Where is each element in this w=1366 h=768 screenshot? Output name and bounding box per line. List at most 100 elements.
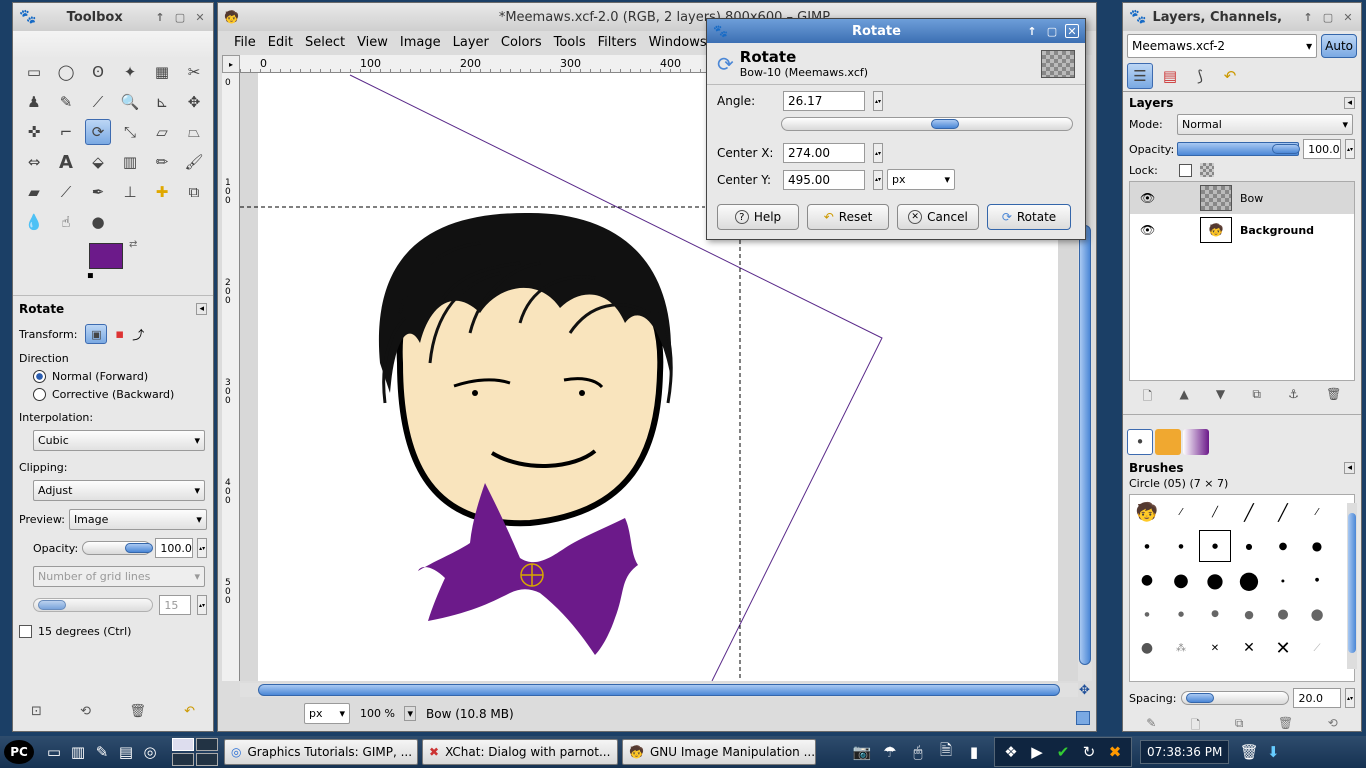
patterns-tab-icon[interactable] — [1155, 429, 1181, 455]
raise-layer-icon[interactable]: ▲ — [1179, 387, 1188, 408]
spacing-slider-thumb[interactable] — [1185, 693, 1214, 703]
paths-tool[interactable]: ✎ — [53, 89, 79, 115]
center-unit-combo[interactable]: px ▾ — [887, 169, 955, 190]
clock[interactable]: 07:38:36 PM — [1140, 740, 1230, 764]
ink-tool[interactable]: ✒ — [85, 179, 111, 205]
brush-item[interactable]: ● — [1141, 572, 1153, 588]
help-button[interactable]: ? Help — [717, 204, 799, 230]
spacing-spinner[interactable]: ▴▾ — [1345, 688, 1356, 708]
brush-item[interactable]: ✕ — [1211, 643, 1219, 654]
clipping-combo[interactable]: Adjust ▾ — [33, 480, 205, 501]
grid-type-combo[interactable]: Number of grid lines ▾ — [33, 566, 205, 587]
rotate-dialog-titlebar[interactable]: 🐾 Rotate ↑ ▢ ✕ — [707, 19, 1085, 43]
new-brush-icon[interactable]: 🗋 — [1191, 716, 1201, 737]
task-xchat[interactable]: ✖ XChat: Dialog with parnot... — [422, 739, 618, 765]
maximize-icon[interactable]: ▢ — [1321, 10, 1335, 24]
opacity-slider-thumb[interactable] — [125, 543, 154, 553]
menu-file[interactable]: File — [228, 35, 262, 50]
menu-tools[interactable]: Tools — [548, 35, 592, 50]
zoom-tool[interactable]: 🔍 — [117, 89, 143, 115]
lower-layer-icon[interactable]: ▼ — [1216, 387, 1225, 408]
terminal-icon[interactable]: ▤ — [114, 740, 138, 764]
layers-titlebar[interactable]: 🐾 Layers, Channels, ↑ ▢ ✕ — [1123, 3, 1361, 31]
brush-item[interactable]: 🧒 — [1136, 502, 1158, 523]
delete-brush-icon[interactable]: 🗑 — [1278, 716, 1293, 737]
brush-item[interactable]: ✕ — [1275, 638, 1290, 659]
maximize-icon[interactable]: ▢ — [1045, 24, 1059, 38]
brush-scrollbar[interactable] — [1347, 503, 1357, 669]
pencil-tool[interactable]: ✏ — [149, 149, 175, 175]
brush-item[interactable]: ● — [1141, 640, 1153, 656]
delete-options-icon[interactable]: 🗑 — [129, 704, 146, 719]
preview-combo[interactable]: Image ▾ — [68, 509, 207, 530]
transform-path-icon[interactable]: ⤴ — [132, 326, 144, 343]
brush-item[interactable]: ╱ — [1278, 503, 1288, 522]
brush-item[interactable]: ● — [1239, 566, 1260, 594]
brush-item[interactable]: ● — [1277, 607, 1288, 622]
menu-image[interactable]: Image — [394, 35, 447, 50]
interpolation-combo[interactable]: Cubic ▾ — [33, 430, 205, 451]
ruler-corner[interactable]: ▸ — [222, 55, 240, 73]
text-tool[interactable]: A — [53, 149, 79, 175]
brush-item[interactable]: ● — [1178, 543, 1183, 550]
scale-tool[interactable]: ⤡ — [117, 119, 143, 145]
new-layer-icon[interactable]: 🗋 — [1143, 387, 1153, 408]
brush-item[interactable]: ● — [1281, 578, 1285, 583]
fuzzy-select-tool[interactable]: ✦ — [117, 59, 143, 85]
dodge-burn-tool[interactable]: ● — [85, 209, 111, 235]
angle-input[interactable]: 26.17 — [783, 91, 865, 111]
opacity-input[interactable]: 100.0 — [155, 538, 194, 558]
mouse-icon[interactable]: 🖱 — [906, 740, 930, 764]
transform-layer-icon[interactable]: ▣ — [85, 324, 108, 344]
menu-view[interactable]: View — [351, 35, 394, 50]
fifteen-degrees-checkbox[interactable] — [19, 625, 32, 638]
center-x-input[interactable]: 274.00 — [783, 143, 865, 163]
brush-item[interactable]: ⁄ — [1180, 507, 1182, 518]
brush-item[interactable]: ● — [1310, 605, 1323, 623]
grid-count-input[interactable]: 15 — [159, 595, 192, 615]
brush-item[interactable]: ● — [1144, 611, 1149, 618]
undo-tab-icon[interactable]: ↶ — [1217, 63, 1243, 89]
dropbox-icon[interactable]: ❖ — [999, 740, 1023, 764]
brush-item[interactable]: ● — [1312, 539, 1322, 553]
layer-row-bow[interactable]: 👁 Bow — [1130, 182, 1354, 214]
layer-name[interactable]: Bow — [1240, 192, 1263, 205]
file-manager-icon[interactable]: ▥ — [66, 740, 90, 764]
workspace-1[interactable] — [172, 738, 194, 751]
anchor-layer-icon[interactable]: ⚓ — [1288, 387, 1299, 408]
panel-menu-icon[interactable]: ◂ — [1344, 462, 1355, 474]
brush-item[interactable]: ● — [1206, 568, 1223, 592]
clone-tool[interactable]: ⊥ — [117, 179, 143, 205]
transform-selection-icon[interactable]: ▪ — [115, 327, 124, 342]
horizontal-scrollbar[interactable] — [240, 683, 1078, 697]
channels-tab-icon[interactable]: ▤ — [1157, 63, 1183, 89]
maximize-icon[interactable]: ▢ — [173, 10, 187, 24]
color-picker-tool[interactable]: ⟋ — [85, 89, 111, 115]
angle-spinner[interactable]: ▴▾ — [873, 91, 883, 111]
center-y-input[interactable]: 495.00 — [783, 169, 865, 190]
layer-opacity-spinner[interactable]: ▴▾ — [1345, 139, 1355, 159]
smudge-tool[interactable]: ☝ — [53, 209, 79, 235]
quick-mask-toggle[interactable] — [1076, 711, 1090, 725]
workspace-3[interactable] — [172, 753, 194, 766]
delete-layer-icon[interactable]: 🗑 — [1326, 387, 1341, 408]
layer-row-background[interactable]: 👁 🧒 Background — [1130, 214, 1354, 246]
shade-icon[interactable]: ↑ — [1025, 24, 1039, 38]
menu-windows[interactable]: Windows — [643, 35, 713, 50]
eraser-tool[interactable]: ▰ — [21, 179, 47, 205]
brush-scroll-thumb[interactable] — [1348, 513, 1356, 653]
task-graphics-tutorials[interactable]: ◎ Graphics Tutorials: GIMP, ... — [224, 739, 418, 765]
heal-tool[interactable]: ✚ — [149, 179, 175, 205]
start-menu-icon[interactable]: PC — [4, 740, 34, 764]
grid-count-slider[interactable] — [33, 598, 154, 612]
swap-colors-icon[interactable]: ⇄ — [129, 239, 137, 250]
center-y-spinner[interactable]: ▴▾ — [873, 169, 883, 190]
direction-normal-radio[interactable] — [33, 370, 46, 383]
screenshot-icon[interactable]: 📷 — [850, 740, 874, 764]
brushes-tab-icon[interactable]: • — [1127, 429, 1153, 455]
mode-combo[interactable]: Normal ▾ — [1177, 114, 1353, 135]
text-editor-icon[interactable]: ✎ — [90, 740, 114, 764]
brush-item[interactable]: ● — [1279, 541, 1288, 552]
check-icon[interactable]: ✔ — [1051, 740, 1075, 764]
brush-item[interactable]: ● — [1173, 570, 1189, 591]
